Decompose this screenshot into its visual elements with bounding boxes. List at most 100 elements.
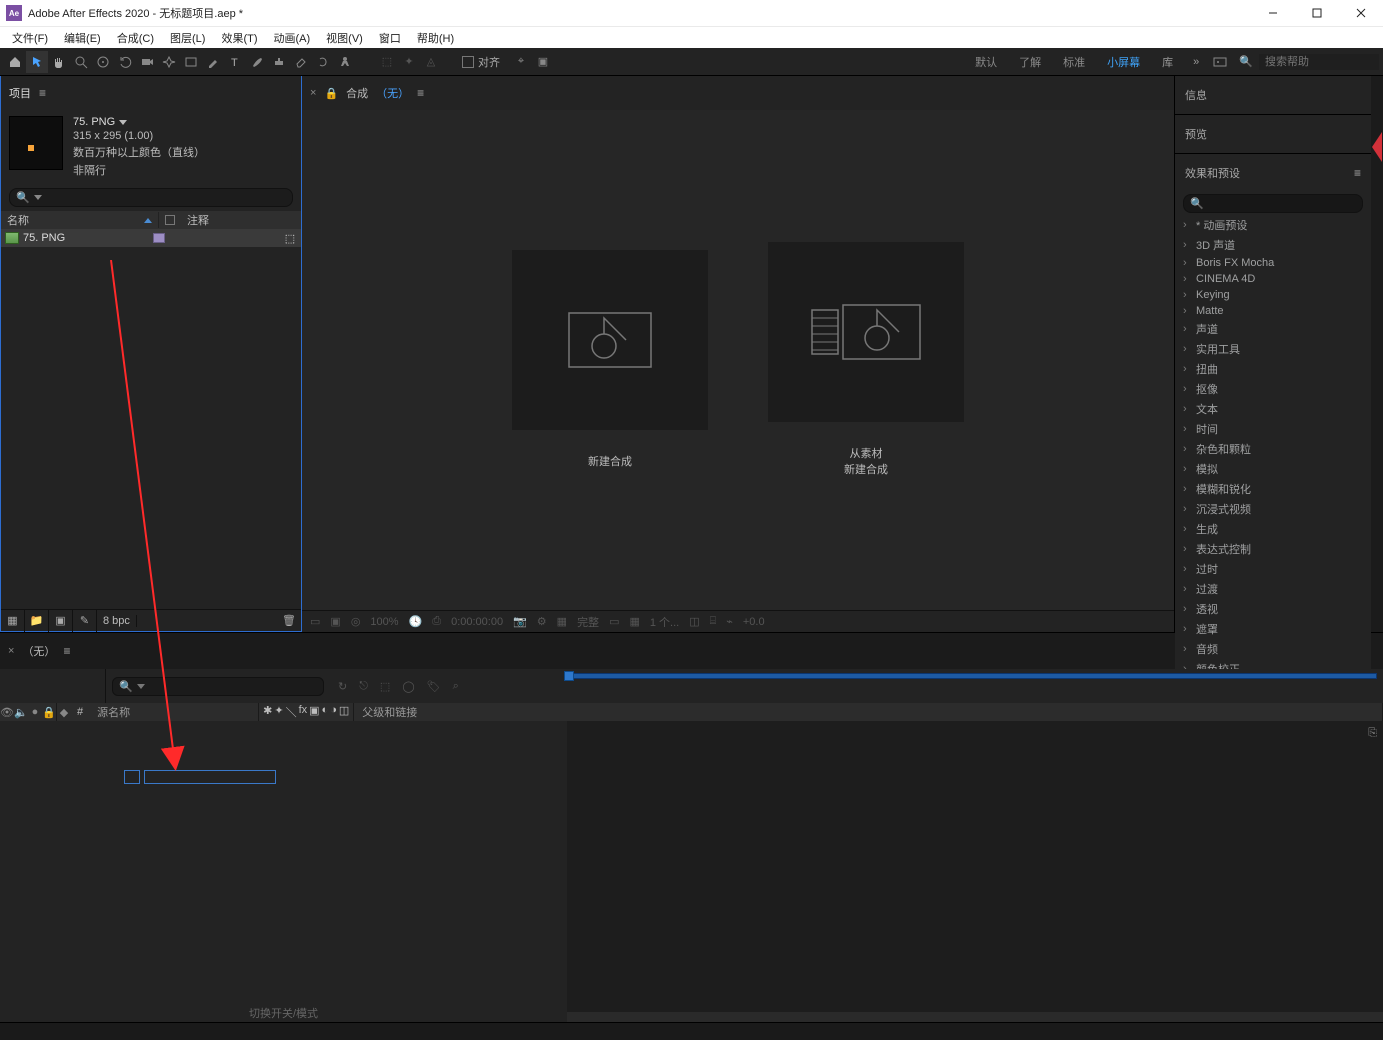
pv-res-icon[interactable]: ▭ — [310, 615, 320, 628]
sw-fx-icon[interactable]: fx — [299, 704, 308, 720]
tab-close-icon[interactable]: × — [310, 87, 316, 99]
preset-item[interactable]: ›表达式控制 — [1179, 539, 1367, 559]
search-dropdown-icon[interactable] — [137, 684, 145, 689]
adjust-icon[interactable]: ✎ — [73, 610, 97, 632]
delete-icon[interactable]: 🗑 — [277, 610, 301, 632]
snap-icon-2[interactable]: ▣ — [536, 55, 550, 69]
tl-tool-5[interactable]: 🏷 — [427, 680, 441, 693]
timeline-track-area[interactable]: ⎘ — [567, 721, 1383, 1022]
menu-view[interactable]: 视图(V) — [318, 28, 371, 48]
pv-zoom[interactable]: 100% — [370, 616, 398, 628]
tl-tool-4[interactable]: ◯ — [402, 680, 414, 693]
pen-tool[interactable] — [202, 51, 224, 73]
col-lock-icon[interactable]: 🔒 — [42, 705, 56, 719]
tl-tool-3[interactable]: ⬚ — [380, 680, 390, 693]
sw-3d-icon[interactable]: ◫ — [339, 704, 349, 720]
project-search[interactable]: 🔍 — [9, 188, 293, 207]
preset-item[interactable]: ›过渡 — [1179, 579, 1367, 599]
preset-item[interactable]: ›Boris FX Mocha — [1179, 255, 1367, 271]
preset-item[interactable]: ›过时 — [1179, 559, 1367, 579]
col-label-icon[interactable]: ◆ — [57, 705, 71, 719]
col-index[interactable]: # — [71, 706, 89, 718]
workspace-standard[interactable]: 标准 — [1063, 54, 1085, 70]
tl-tool-1[interactable]: ↻ — [338, 680, 347, 693]
mesh-tool-2[interactable]: ✦ — [398, 51, 420, 73]
pv-time-icon[interactable]: 🕓 — [409, 615, 423, 628]
asset-row[interactable]: 75. PNG ⬚ — [1, 229, 301, 247]
col-name[interactable]: 名称 — [1, 212, 159, 228]
project-tab[interactable]: 项目 — [9, 85, 31, 101]
new-from-footage-button[interactable] — [768, 242, 964, 422]
minimize-button[interactable] — [1251, 0, 1295, 26]
pv-quality[interactable]: 完整 — [577, 614, 599, 630]
menu-effect[interactable]: 效果(T) — [213, 28, 265, 48]
effects-menu-icon[interactable]: ≡ — [1354, 166, 1361, 180]
pv-layers-icon[interactable]: ⌸ — [710, 615, 717, 628]
pv-exposure[interactable]: +0.0 — [743, 616, 765, 628]
eraser-tool[interactable] — [290, 51, 312, 73]
close-button[interactable] — [1339, 0, 1383, 26]
timeline-zoom-bar[interactable] — [567, 1012, 1383, 1022]
pv-time[interactable]: 0:00:00:00 — [451, 616, 503, 628]
snap-icon-1[interactable]: ⌖ — [514, 55, 528, 69]
lock-icon[interactable]: 🔒 — [324, 87, 338, 100]
tl-tool-6[interactable]: ⌕ — [453, 680, 459, 693]
col-audio-icon[interactable]: 🔈 — [14, 705, 28, 719]
sw-frame-icon[interactable]: ▣ — [309, 704, 319, 720]
drop-target-1[interactable] — [124, 770, 140, 784]
col-source-name[interactable]: 源名称 — [89, 704, 138, 720]
col-comment[interactable]: 注释 — [181, 212, 215, 228]
asset-dropdown-icon[interactable] — [119, 120, 127, 125]
search-dropdown-icon[interactable] — [34, 195, 42, 200]
pv-alpha-icon[interactable]: ▣ — [330, 615, 340, 628]
preset-item[interactable]: ›* 动画预设 — [1179, 215, 1367, 235]
camera-tool[interactable] — [136, 51, 158, 73]
interpret-footage-icon[interactable]: ▦ — [1, 610, 25, 632]
asset-thumbnail[interactable] — [9, 116, 63, 170]
playhead[interactable] — [564, 671, 574, 681]
brush-tool[interactable] — [246, 51, 268, 73]
mesh-tool-3[interactable]: ◬ — [420, 51, 442, 73]
new-folder-icon[interactable]: 📁 — [25, 610, 49, 632]
col-video-icon[interactable]: 👁 — [0, 705, 14, 719]
toggle-switches[interactable]: 切换开关/模式 — [0, 1004, 567, 1022]
pv-shot-icon[interactable]: ⎙ — [432, 615, 441, 628]
preset-item[interactable]: ›透视 — [1179, 599, 1367, 619]
preset-item[interactable]: ›模拟 — [1179, 459, 1367, 479]
mesh-tool-1[interactable]: ⬚ — [376, 51, 398, 73]
selection-tool[interactable] — [26, 51, 48, 73]
preset-item[interactable]: ›Matte — [1179, 303, 1367, 319]
workspace-learn[interactable]: 了解 — [1019, 54, 1041, 70]
menu-layer[interactable]: 图层(L) — [162, 28, 213, 48]
pv-mask-icon[interactable]: ◎ — [351, 615, 361, 628]
preset-item[interactable]: ›文本 — [1179, 399, 1367, 419]
preset-item[interactable]: ›3D 声道 — [1179, 235, 1367, 255]
timeline-search[interactable]: 🔍 — [112, 677, 324, 696]
timeline-ruler[interactable] — [560, 669, 1383, 703]
sync-icon[interactable] — [1209, 51, 1231, 73]
pv-cameras[interactable]: 1 个... — [650, 614, 679, 630]
preset-item[interactable]: ›CINEMA 4D — [1179, 271, 1367, 287]
asset-link-icon[interactable]: ⬚ — [279, 232, 301, 245]
panel-menu-icon[interactable]: ≡ — [39, 86, 46, 100]
preset-item[interactable]: ›扭曲 — [1179, 359, 1367, 379]
preset-item[interactable]: ›模糊和锐化 — [1179, 479, 1367, 499]
col-parent[interactable]: 父级和链接 — [354, 704, 425, 720]
sw-shy-icon[interactable]: ✱ — [263, 704, 272, 720]
flyout-arrow-icon[interactable] — [1372, 132, 1382, 162]
timeline-layer-list[interactable]: 切换开关/模式 — [0, 721, 567, 1022]
timeline-options-icon[interactable]: ⎘ — [1368, 727, 1377, 740]
orbit-tool[interactable] — [92, 51, 114, 73]
preset-item[interactable]: ›时间 — [1179, 419, 1367, 439]
pv-graph-icon[interactable]: ⌁ — [726, 615, 733, 628]
preset-item[interactable]: ›杂色和颗粒 — [1179, 439, 1367, 459]
menu-file[interactable]: 文件(F) — [4, 28, 56, 48]
puppet-tool[interactable] — [334, 51, 356, 73]
menu-edit[interactable]: 编辑(E) — [56, 28, 109, 48]
pv-grid-icon[interactable]: ▦ — [629, 615, 639, 628]
workspace-library[interactable]: 库 — [1152, 54, 1183, 70]
sw-collapse-icon[interactable]: ✦ — [274, 704, 283, 720]
rectangle-tool[interactable] — [180, 51, 202, 73]
pv-view-icon[interactable]: ▭ — [609, 615, 619, 628]
drop-target-2[interactable] — [144, 770, 276, 784]
